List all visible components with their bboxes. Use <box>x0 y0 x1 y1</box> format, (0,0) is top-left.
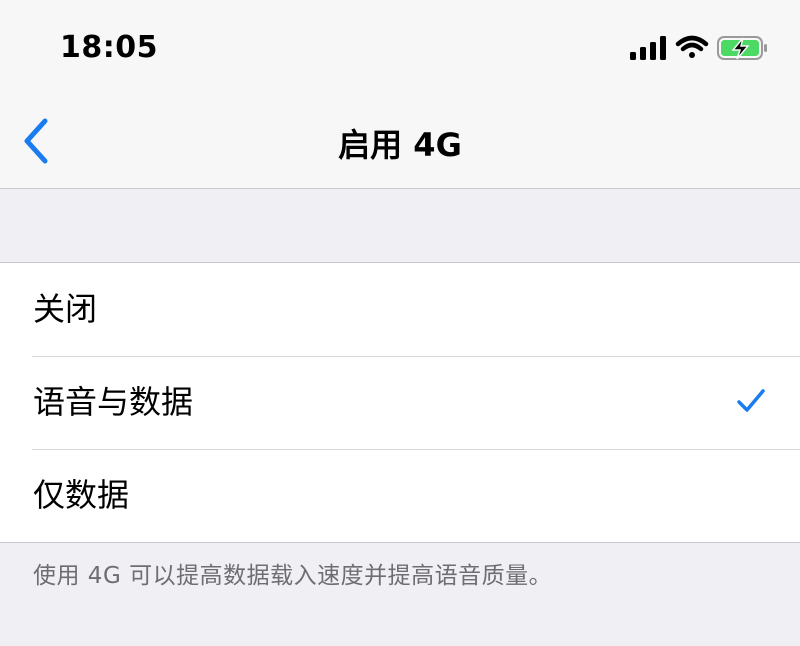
option-off[interactable]: 关闭 <box>0 263 800 356</box>
option-data-only[interactable]: 仅数据 <box>0 449 800 542</box>
checkmark-icon <box>737 389 765 412</box>
cellular-signal-icon <box>630 36 666 60</box>
page-title: 启用 4G <box>338 126 462 164</box>
wifi-icon <box>675 35 709 58</box>
footer-note: 使用 4G 可以提高数据载入速度并提高语音质量。 <box>33 563 553 589</box>
battery-charging-icon <box>717 36 767 60</box>
option-label: 关闭 <box>33 290 98 328</box>
status-bar: 18:05 <box>0 0 800 96</box>
status-icons <box>630 34 770 64</box>
navigation-bar: 启用 4G <box>0 96 800 189</box>
option-voice-and-data[interactable]: 语音与数据 <box>0 356 800 449</box>
status-time: 18:05 <box>60 30 158 65</box>
option-label: 语音与数据 <box>33 383 194 421</box>
option-label: 仅数据 <box>33 476 130 514</box>
options-list: 关闭 语音与数据 仅数据 <box>0 262 800 543</box>
